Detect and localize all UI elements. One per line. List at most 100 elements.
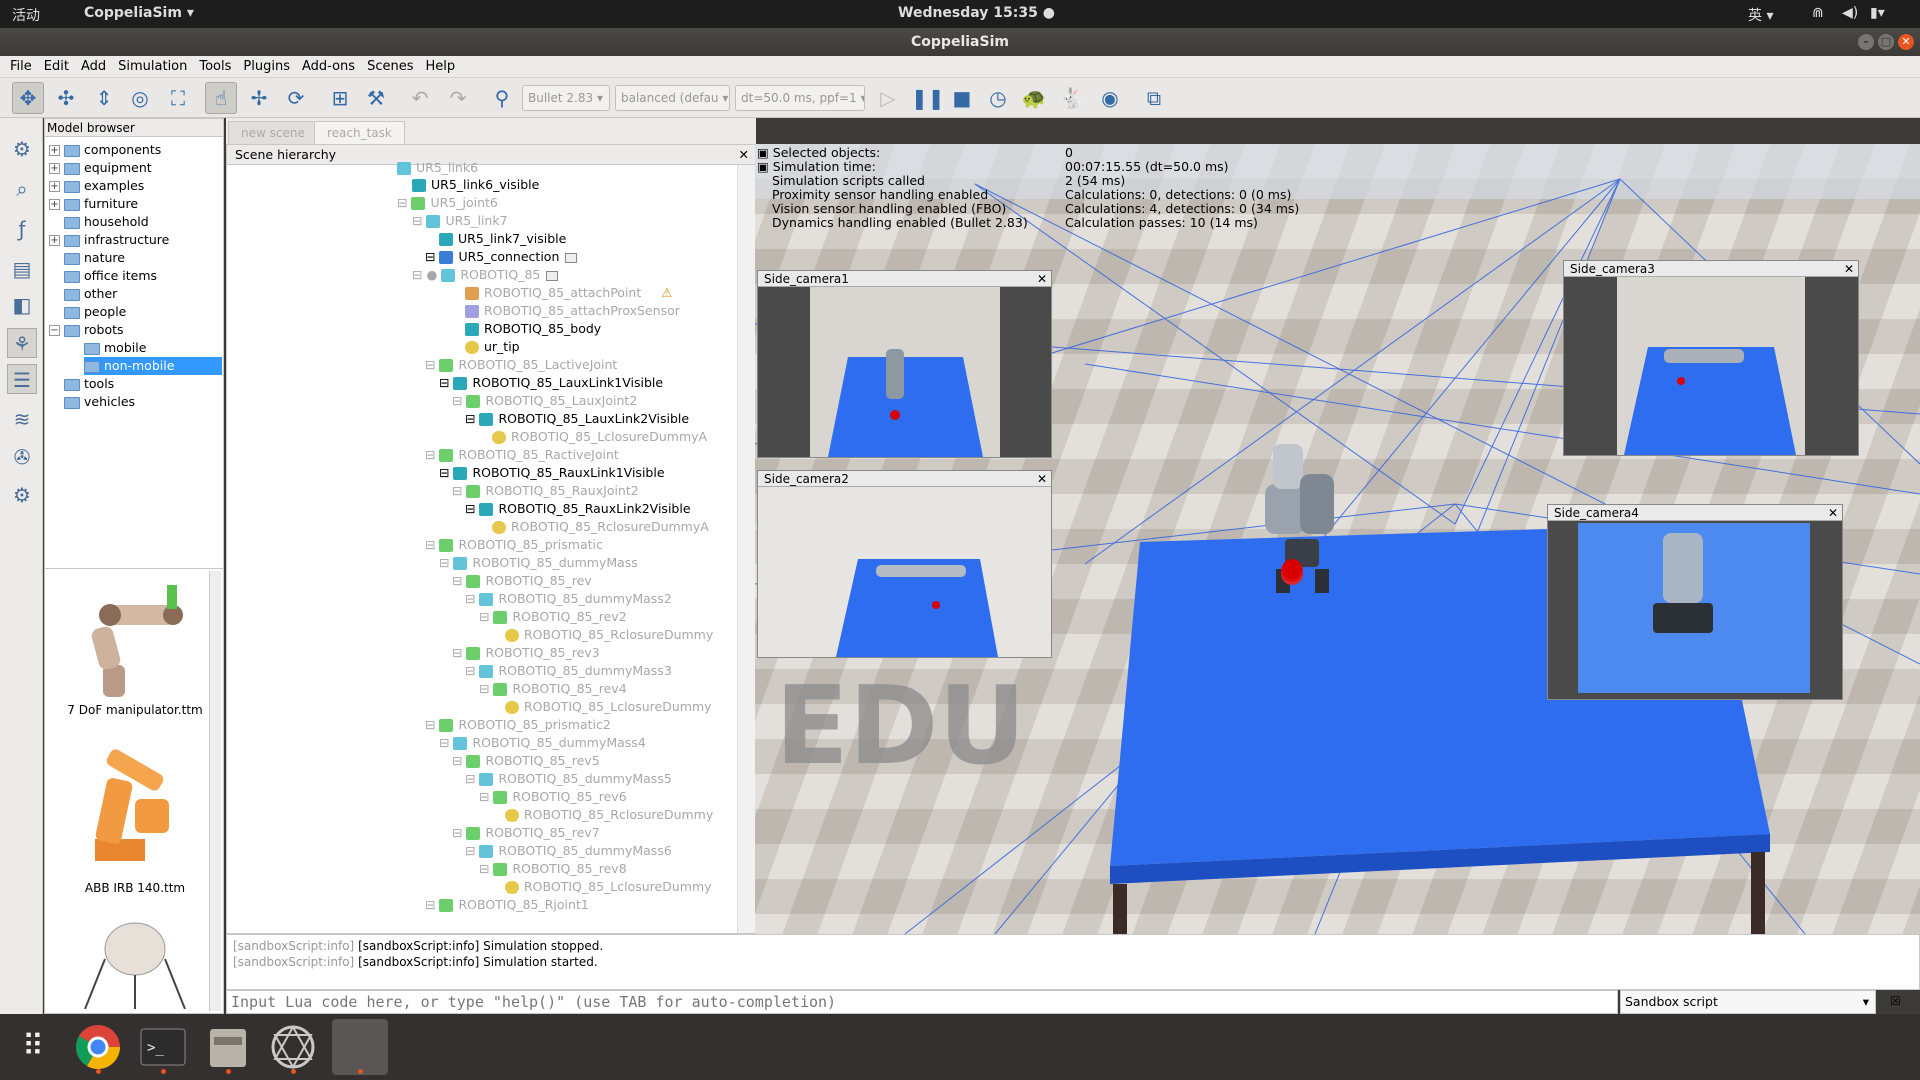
calculation-modules-icon[interactable]: ƒ [7,214,37,244]
menu-add[interactable]: Add [75,56,112,78]
object-shift-icon[interactable]: ✢ [243,82,275,114]
hierarchy-node[interactable]: ⊟ ROBOTIQ_85_Rjoint1 [425,896,589,914]
hierarchy-node[interactable]: ROBOTIQ_85_attachProxSensor [465,302,680,320]
close-icon[interactable]: ✕ [1828,505,1838,521]
hierarchy-node[interactable]: ⊟ ROBOTIQ_85_LactiveJoint [425,356,617,374]
camera-pan-icon[interactable]: ✥ [12,82,44,114]
tree-item-examples[interactable]: + examples [49,177,144,195]
tree-item-household[interactable]: household [64,213,149,231]
input-method[interactable]: 英 ▾ [1748,5,1773,25]
side-camera-1-view[interactable]: Side_camera1 ✕ [757,270,1052,458]
hierarchy-node[interactable]: ⊟ ROBOTIQ_85_rev8 [479,860,627,878]
tree-item-non-mobile[interactable]: non-mobile [84,357,222,375]
menu-tools[interactable]: Tools [193,56,237,78]
tree-item-furniture[interactable]: + furniture [49,195,138,213]
thumbs-scrollbar[interactable] [209,571,221,1011]
app-menu[interactable]: CoppeliaSim ▾ [84,5,194,21]
tree-item-vehicles[interactable]: vehicles [64,393,135,411]
wifi-icon[interactable]: ⋒ [1812,5,1824,21]
assemble-icon[interactable]: ⊞ [324,82,356,114]
tree-item-robots[interactable]: − robots [49,321,124,339]
close-button[interactable]: ✕ [1898,34,1914,50]
hierarchy-node[interactable]: ⊟ ROBOTIQ_85_rev2 [479,608,627,626]
dynamics-content-icon[interactable]: ⚲ [486,82,518,114]
hierarchy-node[interactable]: ⊟ ROBOTIQ_85_dummyMass5 [465,770,672,788]
undo-icon[interactable]: ↶ [404,82,436,114]
minimize-button[interactable]: – [1858,34,1874,50]
chrome-icon[interactable] [70,1019,126,1075]
tree-item-nature[interactable]: nature [64,249,125,267]
hierarchy-node[interactable]: ⊟ ROBOTIQ_85_prismatic2 [425,716,611,734]
3d-viewport[interactable]: EDU ▣ Selected objects: ▣ Simulation tim… [755,144,1920,934]
script-target-select[interactable]: Sandbox script ▾ [1620,990,1876,1014]
lua-command-input[interactable]: Input Lua code here, or type "help()" (u… [226,990,1618,1014]
faster-icon[interactable]: 🐇 [1056,82,1088,114]
thumb-abb-irb140[interactable] [65,739,195,869]
hierarchy-node[interactable]: ROBOTIQ_85_attachPoint ⚠ [465,284,672,302]
coppeliasim-icon[interactable] [265,1019,321,1075]
menu-scenes[interactable]: Scenes [361,56,419,78]
hierarchy-node[interactable]: ur_tip [465,338,520,356]
hierarchy-node[interactable]: ⊟ ROBOTIQ_85_RauxLink2Visible [465,500,691,518]
hierarchy-node[interactable]: ⊟ UR5_joint6 [397,194,498,212]
hierarchy-node[interactable]: ⊟ ROBOTIQ_85_RauxJoint2 [452,482,639,500]
tree-item-other[interactable]: other [64,285,117,303]
hierarchy-node[interactable]: ⊟ ROBOTIQ_85_rev [452,572,592,590]
side-camera-2-view[interactable]: Side_camera2 ✕ [757,470,1052,658]
menu-simulation[interactable]: Simulation [112,56,193,78]
hierarchy-node[interactable]: ROBOTIQ_85_LclosureDummy [505,878,712,896]
clock[interactable]: Wednesday 15:35 ● [898,5,1055,21]
camera-angle-icon[interactable]: ◎ [124,82,156,114]
object-rotate-icon[interactable]: ⟳ [280,82,312,114]
hierarchy-node[interactable]: ROBOTIQ_85_LclosureDummyA [492,428,707,446]
tree-item-components[interactable]: + components [49,141,161,159]
hierarchy-node[interactable]: ⊟ ROBOTIQ_85_LauxLink1Visible [439,374,663,392]
close-icon[interactable]: ✕ [1037,471,1047,487]
pause-simulation-icon[interactable]: ❚❚ [910,82,945,114]
hierarchy-node[interactable]: ⊟ ROBOTIQ_85_rev6 [479,788,627,806]
transfer-dna-icon[interactable]: ⚒ [360,82,392,114]
video-recorder-icon[interactable]: ✇ [7,442,37,472]
hierarchy-node[interactable]: ⊟ ROBOTIQ_85_dummyMass [439,554,638,572]
volume-icon[interactable]: ◀) [1842,5,1858,21]
tree-item-people[interactable]: people [64,303,126,321]
hierarchy-node[interactable]: ⊟ UR5_link7 [412,212,508,230]
maximize-button[interactable]: □ [1878,34,1894,50]
hierarchy-node[interactable]: ROBOTIQ_85_RclosureDummy [505,806,713,824]
collections-icon[interactable]: ▤ [7,254,37,284]
hierarchy-node[interactable]: ROBOTIQ_85_RclosureDummyA [492,518,709,536]
file-manager-icon[interactable] [200,1019,256,1075]
hierarchy-node[interactable]: ROBOTIQ_85_body [465,320,601,338]
tab-new-scene[interactable]: new scene [228,121,318,144]
hierarchy-node[interactable]: UR5_link7_visible [439,230,566,248]
hierarchy-node[interactable]: ⊟ ROBOTIQ_85_dummyMass6 [465,842,672,860]
close-icon[interactable]: ✕ [739,145,749,165]
camera-rotate-icon[interactable]: ✣ [50,82,82,114]
realtime-icon[interactable]: ◷ [982,82,1014,114]
layers-icon[interactable]: ≋ [7,404,37,434]
shape-edit-icon[interactable]: ◧ [7,290,37,320]
hierarchy-node[interactable]: ⊟ ROBOTIQ_85_LauxLink2Visible [465,410,689,428]
hierarchy-node[interactable]: ROBOTIQ_85_RclosureDummy [505,626,713,644]
side-camera-4-view[interactable]: Side_camera4 ✕ [1547,504,1843,700]
tab-reach-task[interactable]: reach_task [314,121,405,144]
hierarchy-node[interactable]: ⊟ ROBOTIQ_85_RactiveJoint [425,446,619,464]
redo-icon[interactable]: ↷ [442,82,474,114]
physics-engine-select[interactable]: Bullet 2.83 ▾ [522,85,610,111]
hierarchy-node[interactable]: ⊟ UR5_connection [425,248,578,266]
hierarchy-node[interactable]: ⊟ ROBOTIQ_85_rev3 [452,644,600,662]
terminal-icon[interactable]: >_ [135,1019,191,1075]
stop-simulation-icon[interactable]: ■ [946,82,978,114]
model-browser-toggle-icon[interactable]: ⚘ [7,328,37,358]
hierarchy-node[interactable]: ⊟ ROBOTIQ_85_dummyMass4 [439,734,646,752]
slower-icon[interactable]: 🐢 [1018,82,1050,114]
menu-plugins[interactable]: Plugins [237,56,296,78]
tree-item-office-items[interactable]: office items [64,267,157,285]
hierarchy-node[interactable]: ⊟ ● ROBOTIQ_85 [412,266,559,284]
tree-item-mobile[interactable]: mobile [84,339,146,357]
hierarchy-node[interactable]: ⊟ ROBOTIQ_85_rev4 [479,680,627,698]
hierarchy-node[interactable]: UR5_link6 [397,159,478,177]
scene-hierarchy-toggle-icon[interactable]: ☰ [7,364,37,394]
hierarchy-node[interactable]: ⊟ ROBOTIQ_85_LauxJoint2 [452,392,637,410]
thumb-delta-robot[interactable] [75,919,195,1009]
